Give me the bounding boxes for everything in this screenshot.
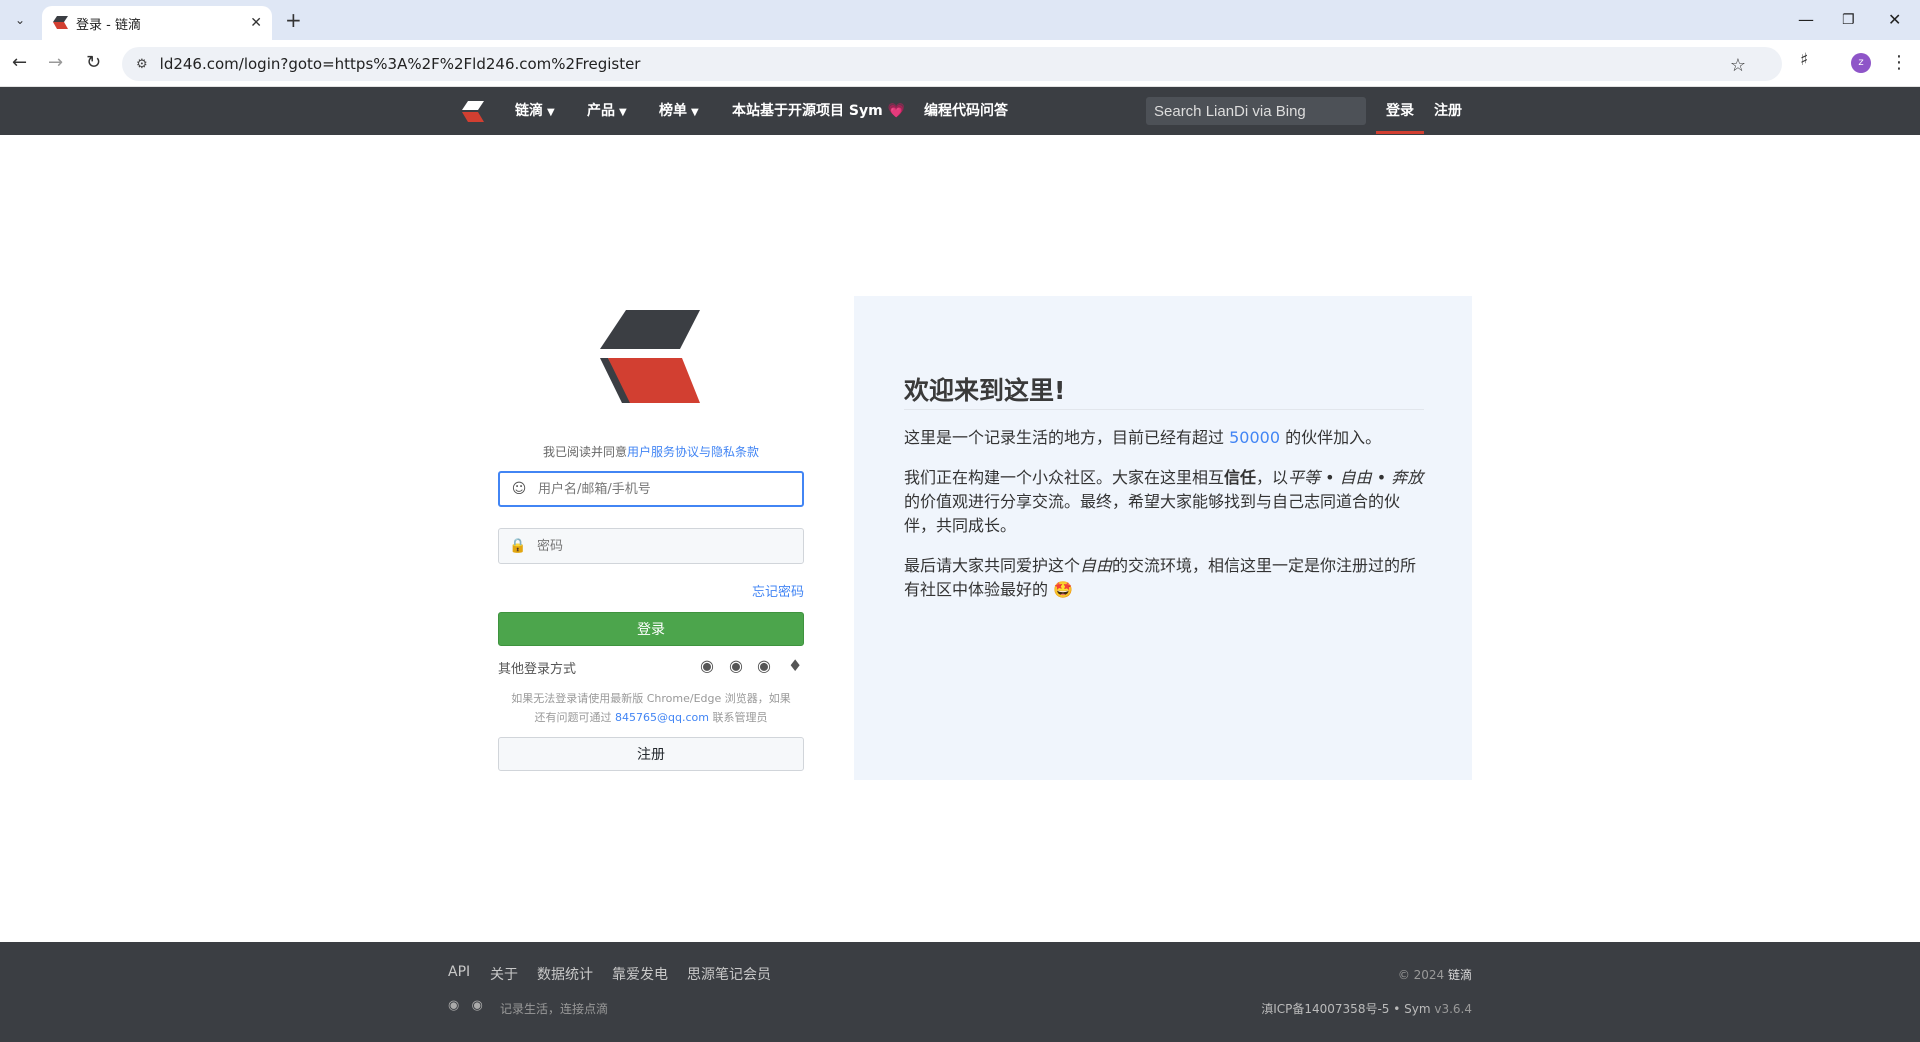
header-login-link[interactable]: 登录: [1386, 101, 1414, 121]
qq-icon[interactable]: ◉: [729, 656, 743, 675]
new-tab-button[interactable]: +: [285, 8, 302, 32]
password-field[interactable]: 🔒: [498, 528, 804, 564]
terms-link[interactable]: 用户服务协议与隐私条款: [627, 445, 759, 459]
wechat-icon[interactable]: ◉: [757, 656, 771, 675]
address-bar[interactable]: ⚙ ld246.com/login?goto=https%3A%2F%2Fld2…: [122, 47, 1782, 81]
footer-link-stats[interactable]: 数据统计: [537, 964, 593, 984]
close-window-button[interactable]: ✕: [1888, 8, 1901, 32]
footer-link-sponsor[interactable]: 靠爱发电: [612, 964, 668, 984]
extensions-icon[interactable]: ♯: [1800, 50, 1808, 70]
caret-down-icon: ▼: [547, 107, 555, 118]
caret-down-icon: ▼: [691, 107, 699, 118]
footer-link-about[interactable]: 关于: [490, 964, 518, 984]
site-favicon-icon: [53, 16, 68, 29]
site-logo[interactable]: [460, 101, 484, 123]
star-struck-emoji: 🤩: [1053, 580, 1074, 599]
header-register-link[interactable]: 注册: [1434, 101, 1462, 121]
footer-link-siyuan[interactable]: 思源笔记会员: [687, 964, 771, 984]
site-footer: API 关于 数据统计 靠爱发电 思源笔记会员 © 2024 链滴 ◉ ◉ 记录…: [0, 942, 1920, 1042]
weibo-icon[interactable]: ◉: [700, 656, 714, 675]
url-text: ld246.com/login?goto=https%3A%2F%2Fld246…: [159, 55, 641, 73]
nav-sym[interactable]: 本站基于开源项目 Sym 💗: [732, 101, 905, 121]
tab-title: 登录 - 链滴: [76, 17, 141, 33]
welcome-paragraph-2: 我们正在构建一个小众社区。大家在这里相互信任，以平等 • 自由 • 奔放的价值观…: [904, 468, 1424, 535]
welcome-title: 欢迎来到这里!: [904, 376, 1066, 405]
tab-close-icon[interactable]: ✕: [250, 15, 262, 31]
footer-social: ◉ ◉: [448, 998, 483, 1013]
forgot-password-link[interactable]: 忘记密码: [704, 581, 804, 600]
site-info-icon[interactable]: ⚙: [136, 57, 148, 72]
footer-slogan: 记录生活，连接点滴: [500, 1002, 609, 1016]
footer-link-api[interactable]: API: [448, 964, 470, 980]
ethereum-icon[interactable]: ♦: [788, 656, 802, 675]
browser-tab-bar: ⌄ 登录 - 链滴 ✕ + — ❐ ✕: [0, 0, 1920, 40]
register-button[interactable]: 注册: [498, 737, 804, 771]
site-search-input[interactable]: [1146, 97, 1366, 125]
caret-down-icon: ▼: [619, 107, 627, 118]
github-icon[interactable]: ◉: [448, 998, 459, 1013]
weibo-icon[interactable]: ◉: [471, 998, 482, 1013]
lock-icon: 🔒: [509, 538, 527, 554]
nav-products[interactable]: 产品 ▼: [587, 101, 627, 123]
active-indicator: [1376, 131, 1424, 134]
welcome-panel: 欢迎来到这里! 这里是一个记录生活的地方，目前已经有超过 50000 的伙伴加入…: [854, 296, 1472, 780]
welcome-divider: [904, 409, 1424, 410]
other-login-label: 其他登录方式: [498, 662, 577, 677]
user-icon: ☺: [511, 481, 527, 497]
icp-info: 滇ICP备14007358号-5 • Sym v3.6.4: [1261, 1002, 1472, 1016]
help-text: 如果无法登录请使用最新版 Chrome/Edge 浏览器，如果 还有问题可通过 …: [511, 692, 791, 724]
admin-email-link[interactable]: 845765@qq.com: [615, 711, 709, 724]
welcome-paragraph-1: 这里是一个记录生活的地方，目前已经有超过 50000 的伙伴加入。: [904, 428, 1382, 447]
minimize-button[interactable]: —: [1798, 8, 1814, 32]
copyright: © 2024 链滴: [1397, 968, 1472, 982]
back-button[interactable]: ←: [12, 52, 27, 74]
login-button[interactable]: 登录: [498, 612, 804, 646]
nav-rankings[interactable]: 榜单 ▼: [659, 101, 699, 123]
nav-liandi[interactable]: 链滴 ▼: [515, 101, 555, 123]
browser-menu-icon[interactable]: ⋮: [1890, 52, 1908, 73]
username-field[interactable]: ☺: [498, 471, 804, 507]
bookmark-star-icon[interactable]: ☆: [1730, 55, 1746, 76]
profile-avatar[interactable]: z: [1851, 53, 1871, 73]
site-header: 链滴▼ 产品▼ 榜单▼ 本站基于开源项目 Sym 💗 编程代码问答 登录 注册: [0, 87, 1920, 135]
browser-toolbar: ← → ↻ ⚙ ld246.com/login?goto=https%3A%2F…: [0, 40, 1920, 87]
member-count: 50000: [1229, 428, 1280, 447]
liandi-logo: [600, 310, 700, 403]
browser-tab[interactable]: 登录 - 链滴 ✕: [42, 6, 272, 40]
reload-button[interactable]: ↻: [86, 52, 101, 74]
agreement-text: 我已阅读并同意用户服务协议与隐私条款: [542, 445, 760, 459]
tab-search-button[interactable]: ⌄: [8, 8, 32, 32]
welcome-paragraph-3: 最后请大家共同爱护这个自由的交流环境，相信这里一定是你注册过的所有社区中体验最好…: [904, 556, 1417, 599]
heart-icon: 💗: [887, 103, 905, 119]
password-input[interactable]: [535, 537, 795, 555]
restore-button[interactable]: ❐: [1842, 8, 1855, 32]
username-input[interactable]: [536, 480, 796, 498]
nav-qa[interactable]: 编程代码问答: [924, 101, 1008, 121]
forward-button[interactable]: →: [48, 52, 63, 74]
